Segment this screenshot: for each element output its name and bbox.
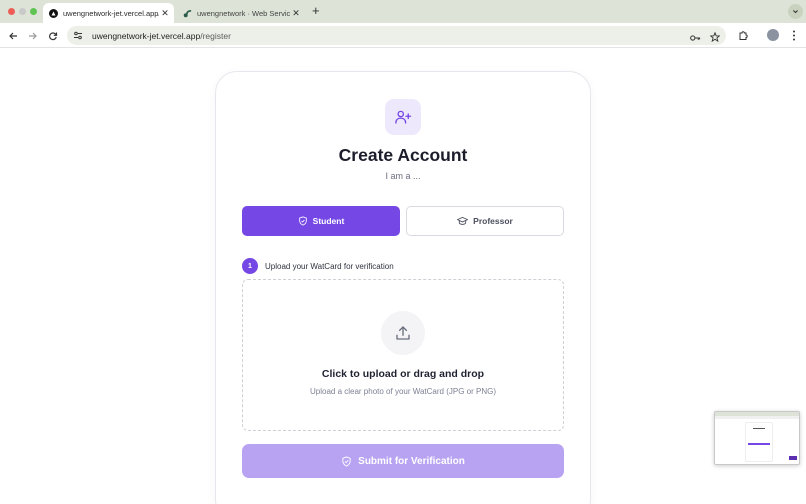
- shield-check-icon: [298, 216, 307, 226]
- browser-tab-bar: uwengnetwork-jet.vercel.app/ ✕ uwengnetw…: [0, 0, 806, 23]
- kebab-menu-icon: [792, 30, 795, 41]
- address-bar[interactable]: uwengnetwork-jet.vercel.app/register: [67, 26, 726, 45]
- professor-role-button[interactable]: Professor: [406, 206, 564, 236]
- browser-tab-active[interactable]: uwengnetwork-jet.vercel.app/ ✕: [43, 3, 174, 23]
- extensions-button[interactable]: [737, 29, 750, 42]
- thumbnail-accent: [789, 456, 797, 460]
- window-close-button[interactable]: [8, 8, 15, 15]
- reload-icon: [48, 31, 57, 40]
- shield-check-icon: [342, 455, 351, 467]
- profile-avatar[interactable]: [767, 29, 779, 41]
- thumbnail-toolbar: [715, 416, 799, 419]
- password-key-icon[interactable]: [690, 29, 701, 47]
- submit-verification-button[interactable]: Submit for Verification: [242, 444, 564, 478]
- bookmark-star-icon[interactable]: [709, 29, 721, 47]
- site-settings-icon[interactable]: [73, 31, 87, 40]
- forward-button[interactable]: [26, 29, 39, 42]
- step-label: Upload your WatCard for verification: [265, 262, 394, 271]
- reload-button[interactable]: [46, 29, 59, 42]
- professor-role-label: Professor: [473, 216, 513, 226]
- arrow-left-icon: [8, 32, 17, 39]
- url-host: uwengnetwork-jet.vercel.app: [92, 30, 201, 41]
- graduation-cap-icon: [457, 216, 469, 225]
- render-logo-icon: [183, 9, 192, 18]
- new-tab-button[interactable]: +: [312, 4, 320, 18]
- tab-close-icon[interactable]: ✕: [290, 8, 302, 19]
- student-role-label: Student: [312, 216, 345, 226]
- back-button[interactable]: [6, 29, 19, 42]
- puzzle-icon: [739, 31, 748, 40]
- window-minimize-button[interactable]: [19, 8, 26, 15]
- browser-menu-button[interactable]: [787, 29, 800, 42]
- user-plus-icon: [385, 99, 421, 135]
- tab-title: uwengnetwork · Web Service: [197, 8, 290, 18]
- browser-tab-inactive[interactable]: uwengnetwork · Web Service ✕: [177, 3, 305, 23]
- thumbnail-button: [748, 443, 770, 445]
- upload-hint: Upload a clear photo of your WatCard (JP…: [310, 387, 496, 396]
- watcard-upload-dropzone[interactable]: [242, 279, 564, 431]
- submit-label: Submit for Verification: [358, 455, 465, 467]
- browser-toolbar: uwengnetwork-jet.vercel.app/register: [0, 23, 806, 48]
- step-number-badge: 1: [242, 258, 258, 274]
- arrow-right-icon: [28, 32, 37, 39]
- url-text: uwengnetwork-jet.vercel.app/register: [92, 31, 231, 41]
- screenshot-thumbnail[interactable]: [714, 411, 800, 465]
- page-title: Create Account: [338, 145, 468, 165]
- url-path: /register: [200, 30, 231, 41]
- upload-icon: [381, 311, 425, 355]
- tab-search-button[interactable]: [788, 4, 803, 19]
- tab-close-icon[interactable]: ✕: [159, 8, 171, 19]
- tab-title: uwengnetwork-jet.vercel.app/: [63, 8, 159, 18]
- upload-title: Click to upload or drag and drop: [321, 368, 485, 380]
- page-subtitle: I am a ...: [385, 171, 421, 181]
- vercel-triangle-icon: [49, 8, 58, 18]
- window-zoom-button[interactable]: [30, 8, 37, 15]
- student-role-button[interactable]: Student: [242, 206, 400, 236]
- chevron-down-icon: [793, 10, 798, 14]
- thumbnail-title: [753, 428, 765, 429]
